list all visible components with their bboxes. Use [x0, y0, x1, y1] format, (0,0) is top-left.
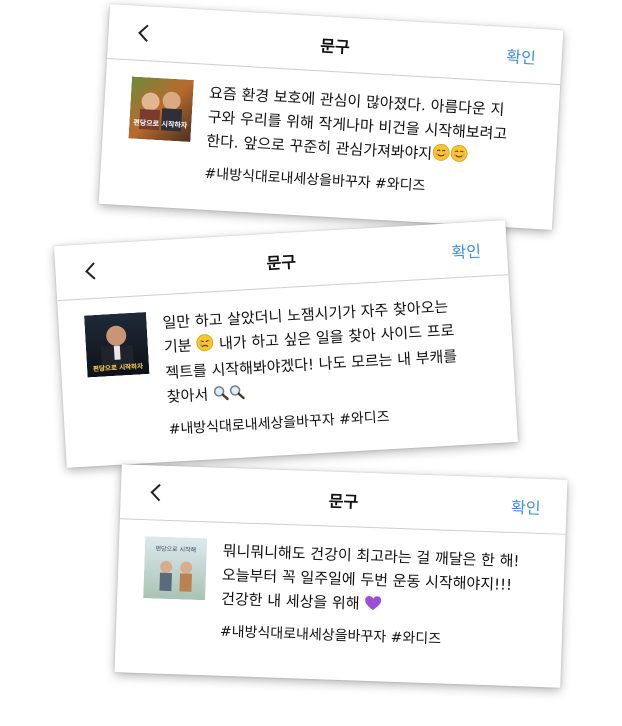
card-body: 편당으로 시작해 뭐니뭐니해도 건강이 최고라는 걸 깨달은 한 해! 오늘부터… [116, 519, 566, 652]
confirm-button[interactable]: 확인 [451, 238, 482, 264]
post-caption: 뭐니뭐니해도 건강이 최고라는 걸 깨달은 한 해! 오늘부터 꼭 일주일에 두… [221, 539, 549, 624]
crying-face-emoji-icon [196, 333, 215, 359]
post-caption-card-2: 문구 확인 편당으로 시작하자 일만 하고 살았더니 노잼시기가 자주 찾아오는… [53, 220, 519, 468]
smiling-face-emoji-icon [449, 144, 468, 170]
post-caption-card-3: 문구 확인 편당으로 시작해 뭐니뭐니해도 건강이 최고라는 걸 깨달은 한 해… [114, 464, 568, 688]
page-title: 문구 [328, 491, 359, 512]
movie-poster-thumbnail: 편당으로 시작해 [143, 536, 208, 601]
card-body: 편당으로 시작하자 일만 하고 살았더니 노잼시기가 자주 찾아오는 기분 내가… [57, 275, 517, 445]
movie-poster-thumbnail: 편당으로 시작하자 [128, 76, 194, 142]
magnifier-emoji-icon [228, 382, 245, 407]
smiling-face-emoji-icon [431, 143, 450, 169]
movie-poster-thumbnail: 편당으로 시작하자 [84, 312, 150, 378]
confirm-button[interactable]: 확인 [511, 494, 541, 519]
card-body: 편당으로 시작하자 요즘 환경 보호에 관심이 많아졌다. 아름다운 지 구와 … [100, 59, 560, 203]
hashtags: #내방식대로내세상을바꾸자 #와디즈 [219, 623, 442, 648]
post-caption: 요즘 환경 보호에 관심이 많아졌다. 아름다운 지 구와 우리를 위해 작게나… [206, 81, 544, 174]
poster-title-text: 편당으로 시작해 [155, 545, 196, 554]
post-caption-card-1: 문구 확인 편당으로 시작하자 요즘 환경 보호에 관심이 많아졌다. 아름다운… [98, 4, 564, 230]
confirm-button[interactable]: 확인 [506, 43, 537, 69]
purple-heart-emoji-icon [364, 594, 383, 619]
magnifier-emoji-icon [212, 383, 229, 408]
post-caption: 일만 하고 살았더니 노잼시기가 자주 찾아오는 기분 내가 하고 싶은 일을 … [162, 292, 499, 411]
